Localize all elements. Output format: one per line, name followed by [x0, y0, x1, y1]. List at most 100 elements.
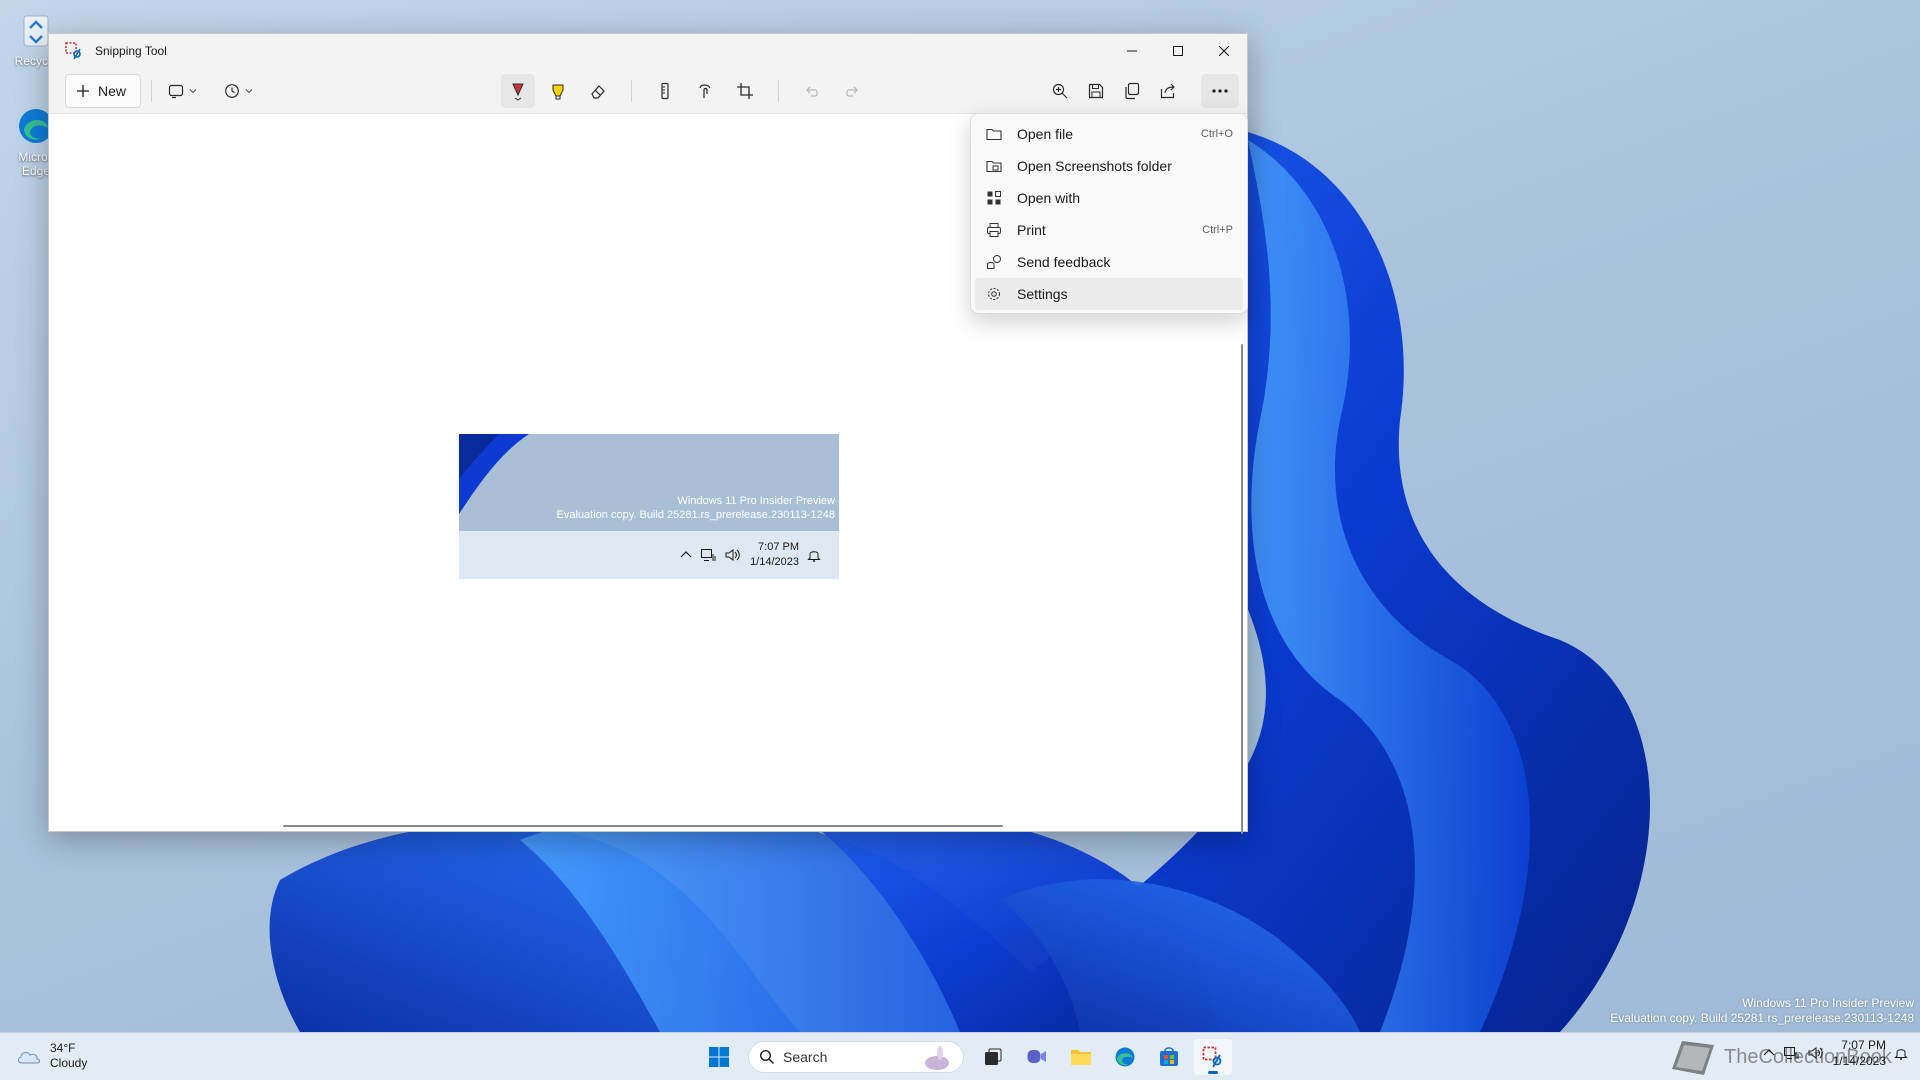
gear-icon — [988, 288, 1000, 300]
delay-dropdown[interactable] — [218, 74, 260, 108]
search-highlight-icon — [925, 1046, 949, 1070]
see-more-button[interactable] — [1201, 74, 1239, 108]
chevron-down-icon — [245, 88, 253, 93]
touch-writing-button[interactable] — [688, 74, 722, 108]
menu-item-label: Open with — [1017, 190, 1081, 206]
start-button[interactable] — [700, 1039, 738, 1075]
redo-button[interactable] — [835, 74, 869, 108]
folder-icon — [986, 128, 1002, 141]
weather-widget[interactable]: 34°F Cloudy — [16, 1041, 87, 1071]
menu-item-shortcut: Ctrl+P — [1202, 224, 1233, 236]
volume-icon — [725, 549, 740, 561]
maximize-button[interactable] — [1155, 34, 1201, 68]
notification-bell-icon[interactable] — [1894, 1046, 1908, 1060]
watermark-line: Evaluation copy. Build 25281.rs_prerelea… — [1610, 1011, 1914, 1025]
toolbar: New — [49, 68, 1247, 114]
toolbar-separator — [631, 80, 632, 102]
printer-icon — [987, 223, 1001, 237]
weather-temperature: 34°F — [50, 1041, 76, 1055]
taskbar-search-box[interactable]: Search — [748, 1041, 964, 1073]
plus-icon — [77, 84, 89, 97]
close-button[interactable] — [1201, 34, 1247, 68]
menu-item-print[interactable]: Print Ctrl+P — [975, 214, 1243, 246]
window-title: Snipping Tool — [95, 44, 167, 58]
new-button[interactable]: New — [65, 73, 142, 108]
title-bar[interactable]: Snipping Tool — [49, 34, 1247, 68]
more-options-icon — [1212, 89, 1228, 93]
desktop-watermark: Windows 11 Pro Insider Preview Evaluatio… — [1610, 996, 1914, 1026]
menu-item-send-feedback[interactable]: Send feedback — [975, 246, 1243, 278]
horizontal-scrollbar[interactable] — [283, 825, 1003, 827]
highlighter-icon — [552, 84, 564, 100]
chat-icon — [1027, 1050, 1046, 1063]
taskbar-file-explorer[interactable] — [1062, 1039, 1100, 1075]
network-icon[interactable] — [1783, 1046, 1799, 1060]
chevron-down-icon — [189, 88, 197, 93]
chevron-up-icon — [680, 551, 692, 558]
feedback-icon — [987, 255, 1001, 269]
redo-icon — [846, 86, 858, 97]
clock-icon — [225, 83, 239, 98]
screenshot-taskbar: 7:07 PM 1/14/2023 — [459, 531, 839, 579]
taskbar-task-view[interactable] — [974, 1039, 1012, 1075]
taskbar-clock[interactable]: 7:07 PM 1/14/2023 — [1833, 1037, 1886, 1069]
store-icon — [1160, 1047, 1178, 1066]
screenshot-watermark: Windows 11 Pro Insider Preview Evaluatio… — [557, 494, 835, 522]
crop-icon — [737, 83, 753, 99]
menu-item-label: Settings — [1017, 286, 1068, 302]
crop-button[interactable] — [728, 74, 762, 108]
ruler-button[interactable] — [648, 74, 682, 108]
menu-item-settings[interactable]: Settings — [975, 278, 1243, 310]
cloud-icon — [18, 1052, 41, 1064]
maximize-icon — [1173, 46, 1183, 56]
windows-start-icon — [709, 1047, 729, 1067]
share-icon — [1160, 83, 1175, 99]
screenshot-time: 7:07 PM — [758, 541, 799, 553]
taskbar-chat[interactable] — [1018, 1039, 1056, 1075]
taskbar-date: 1/14/2023 — [1832, 1054, 1886, 1068]
eraser-button[interactable] — [581, 74, 615, 108]
menu-item-open-with[interactable]: Open with — [975, 182, 1243, 214]
ballpoint-pen-button[interactable] — [501, 74, 535, 108]
search-icon — [759, 1049, 774, 1064]
snip-mode-dropdown[interactable] — [162, 74, 204, 108]
toolbar-separator — [151, 79, 153, 102]
ballpoint-pen-icon — [512, 83, 524, 101]
vertical-scrollbar[interactable] — [1241, 344, 1243, 834]
screenshot-desktop-area: Windows 11 Pro Insider Preview Evaluatio… — [459, 434, 839, 531]
taskbar-edge[interactable] — [1106, 1039, 1144, 1075]
taskbar-store[interactable] — [1150, 1039, 1188, 1075]
captured-screenshot[interactable]: Windows 11 Pro Insider Preview Evaluatio… — [459, 434, 839, 579]
rectangle-snip-icon — [168, 84, 184, 98]
zoom-button[interactable] — [1043, 74, 1077, 108]
highlighter-button[interactable] — [541, 74, 575, 108]
menu-item-open-file[interactable]: Open file Ctrl+O — [975, 118, 1243, 150]
touch-writing-icon — [699, 84, 711, 98]
screenshot-date: 1/14/2023 — [750, 556, 799, 568]
undo-button[interactable] — [795, 74, 829, 108]
taskbar: 34°F Cloudy Search TheCollectionBook 7:0… — [0, 1032, 1920, 1080]
save-button[interactable] — [1079, 74, 1113, 108]
menu-item-label: Print — [1017, 222, 1046, 238]
task-view-icon — [985, 1048, 1002, 1065]
menu-item-open-screenshots-folder[interactable]: Open Screenshots folder — [975, 150, 1243, 182]
close-icon — [1219, 46, 1229, 56]
watermark-line: Windows 11 Pro Insider Preview — [1742, 996, 1914, 1010]
network-icon — [701, 549, 716, 561]
menu-item-label: Open Screenshots folder — [1017, 158, 1172, 174]
taskbar-snipping-tool[interactable] — [1194, 1039, 1232, 1075]
edge-icon — [1115, 1047, 1135, 1067]
watermark-line: Windows 11 Pro Insider Preview — [677, 495, 835, 507]
chevron-up-icon[interactable] — [1763, 1048, 1775, 1058]
save-icon — [1088, 83, 1104, 99]
search-placeholder: Search — [783, 1049, 828, 1065]
see-more-menu: Open file Ctrl+O Open Screenshots folder… — [970, 113, 1248, 314]
file-explorer-icon — [1071, 1050, 1091, 1065]
book-logo-icon — [1672, 1041, 1714, 1075]
share-button[interactable] — [1151, 74, 1185, 108]
menu-item-label: Send feedback — [1017, 254, 1111, 270]
copy-button[interactable] — [1115, 74, 1149, 108]
minimize-button[interactable] — [1109, 34, 1155, 68]
system-tray: 7:07 PM 1/14/2023 — [1763, 1037, 1908, 1069]
volume-icon[interactable] — [1807, 1046, 1825, 1060]
